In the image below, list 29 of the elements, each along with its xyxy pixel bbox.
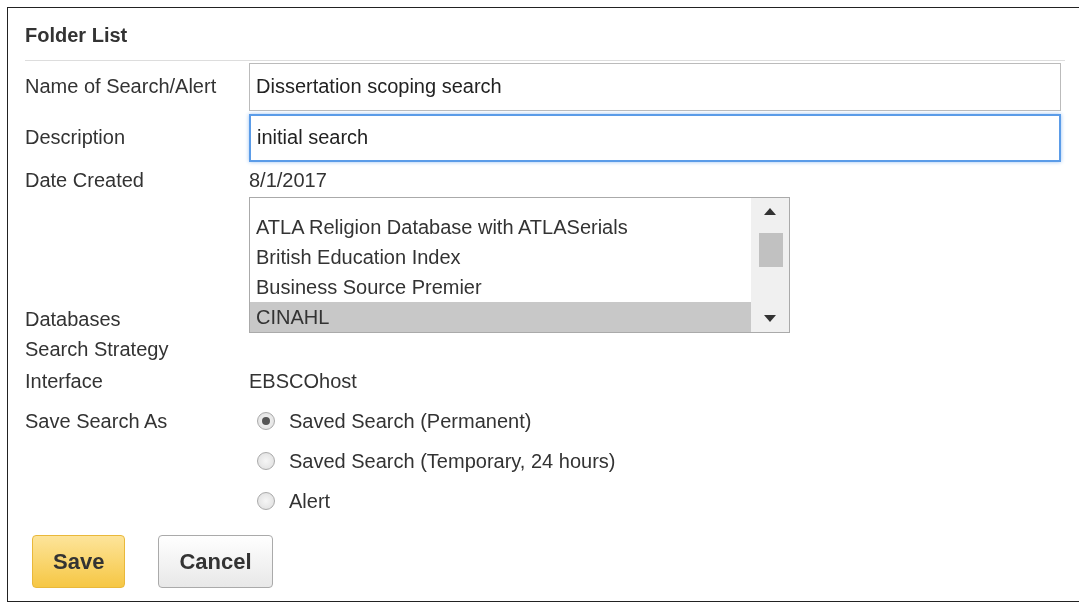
scrollbar[interactable] [751, 198, 789, 332]
list-item[interactable]: CINAHL [250, 302, 751, 332]
scroll-thumb[interactable] [759, 233, 783, 267]
field-label: Interface [25, 369, 104, 393]
field-label: Date Created [25, 168, 145, 192]
field-label: Databases [25, 308, 122, 332]
scroll-up-icon[interactable] [764, 208, 776, 215]
save-button[interactable]: Save [32, 535, 126, 588]
radio-button[interactable] [257, 452, 275, 470]
field-label: Name of Search/Alert [25, 75, 218, 98]
radio-label: Saved Search (Temporary, 24 hours) [289, 449, 616, 473]
list-item[interactable]: ATLA Religion Database with ATLASerials [250, 212, 751, 242]
scroll-down-icon[interactable] [764, 315, 776, 322]
text-field[interactable]: Dissertation scoping search [249, 62, 1061, 111]
panel-title: Folder List [25, 8, 1065, 61]
radio-button[interactable] [257, 492, 275, 510]
list-item[interactable]: Business Source Premier [250, 272, 751, 302]
field-label: Search Strategy [25, 337, 170, 361]
field-label: Save Search As [25, 409, 169, 434]
field-label: Description [25, 126, 127, 149]
radio-button[interactable] [257, 412, 275, 430]
list-item[interactable]: British Education Index [250, 242, 751, 272]
interface-value: EBSCOhost [249, 369, 357, 393]
database-list[interactable]: ATLA Religion Database with ATLASerials British Education Index Business Source Premier CINAHL [249, 197, 790, 333]
date-value: 8/1/2017 [249, 168, 327, 192]
radio-label: Alert [289, 489, 331, 513]
text-field[interactable]: initial search [249, 113, 1061, 162]
cancel-button[interactable]: Cancel [158, 535, 273, 588]
radio-label: Saved Search (Permanent) [289, 409, 532, 433]
